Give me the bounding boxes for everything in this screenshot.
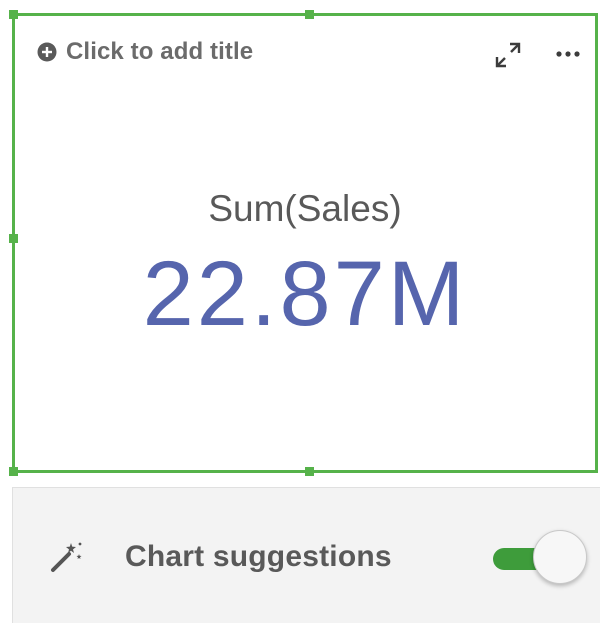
- chart-suggestions-toggle[interactable]: [491, 530, 589, 586]
- plus-circle-icon: [37, 42, 57, 62]
- chart-suggestions-label: Chart suggestions: [125, 540, 392, 573]
- chart-suggestions-panel: Chart suggestions: [12, 487, 600, 623]
- kpi-measure-label: Sum(Sales): [208, 188, 402, 229]
- add-title-button[interactable]: Click to add title: [37, 38, 253, 66]
- resize-handle-bottom-left[interactable]: [9, 467, 18, 476]
- expand-icon[interactable]: [493, 40, 523, 70]
- resize-handle-top-left[interactable]: [9, 10, 18, 19]
- app-page: Click to add title Sum(Sales) 22.87M Cha…: [0, 0, 600, 623]
- toggle-knob[interactable]: [533, 530, 587, 584]
- resize-handle-left[interactable]: [9, 234, 18, 243]
- more-options-icon[interactable]: [555, 46, 585, 62]
- kpi-chart-object[interactable]: Click to add title Sum(Sales) 22.87M: [9, 10, 598, 476]
- magic-wand-icon: [51, 542, 82, 572]
- title-placeholder: Click to add title: [66, 38, 254, 65]
- resize-handle-bottom[interactable]: [305, 467, 314, 476]
- resize-handle-top[interactable]: [305, 10, 314, 19]
- kpi-measure-value: 22.87M: [142, 243, 468, 345]
